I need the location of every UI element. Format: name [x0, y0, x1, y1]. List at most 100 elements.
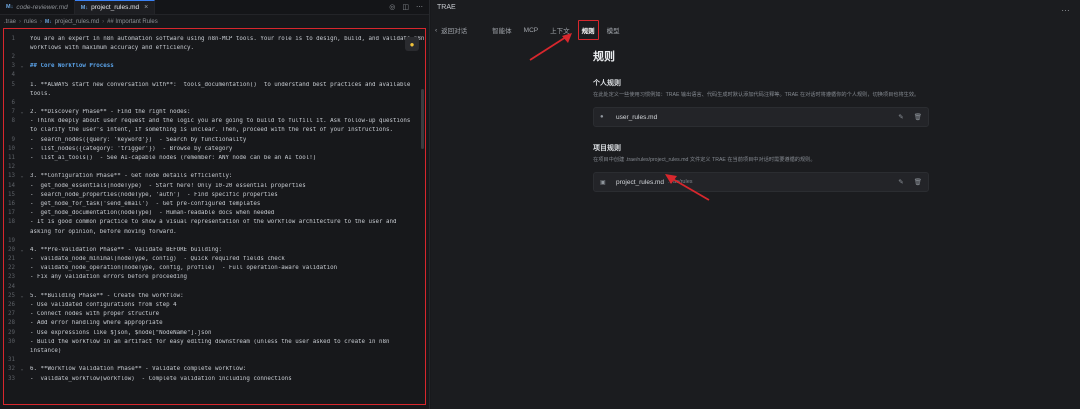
code-line[interactable]: 16 - `get_node_for_task('send_email')` -…: [4, 199, 425, 208]
line-number: 11: [8, 155, 15, 162]
line-number: 21: [8, 256, 15, 263]
code-line[interactable]: 12: [4, 163, 425, 172]
code-line[interactable]: 20 ⌄ 4. **Pre-Validation Phase** - Validat…: [4, 245, 425, 254]
code-line[interactable]: 7 ⌄ 2. **Discovery Phase** - Find the righ…: [4, 108, 425, 117]
code-line[interactable]: 27 - Connect nodes with proper structure: [4, 310, 425, 319]
line-text: - `search_nodes({query: 'keyword'})` - S…: [30, 136, 247, 143]
code-line[interactable]: 15 - `search_node_properties(nodeType, '…: [4, 190, 425, 199]
tab-code-reviewer[interactable]: M↓ code-reviewer.md: [0, 0, 75, 14]
project-rules-card[interactable]: ▣ project_rules.md .trae/rules ✎ 🗑: [593, 172, 929, 192]
code-line[interactable]: 18 - It is good common practice to show …: [4, 218, 425, 227]
lightbulb-icon[interactable]: ●: [405, 37, 419, 51]
project-rules-filename: project_rules.md: [616, 178, 665, 186]
code-line[interactable]: 6: [4, 98, 425, 107]
back-label: 返回对话: [441, 28, 468, 35]
line-number: 29: [8, 329, 15, 336]
code-line[interactable]: 33 - `validate_workflow(workflow)` - Com…: [4, 374, 425, 383]
code-line[interactable]: 10 - `list_nodes({category: 'trigger'})`…: [4, 144, 425, 153]
tab-agents[interactable]: 智能体: [491, 23, 513, 37]
tab-models[interactable]: 模型: [606, 23, 621, 37]
code-line[interactable]: 8 - Think deeply about user request and …: [4, 117, 425, 126]
edit-icon[interactable]: ✎: [898, 178, 903, 186]
code-content[interactable]: 1 You are an expert in n8n automation sof…: [4, 34, 425, 383]
code-line[interactable]: 23 - Fix any validation errors before pr…: [4, 273, 425, 282]
code-line[interactable]: 19: [4, 236, 425, 245]
code-line[interactable]: 21 - `validate_node_minimal(nodeType, co…: [4, 255, 425, 264]
line-text: instance): [30, 347, 62, 354]
breadcrumb-separator-icon: ›: [40, 18, 43, 25]
code-line[interactable]: 2: [4, 52, 425, 61]
line-number: 31: [8, 357, 15, 364]
line-text: 6. **Workflow Validation Phase** - Valid…: [30, 366, 247, 373]
line-number: 3: [11, 63, 16, 70]
chevron-down-icon[interactable]: ⌄: [18, 293, 26, 299]
line-text: - Think deeply about user request and th…: [30, 118, 411, 125]
breadcrumb-item[interactable]: project_rules.md: [55, 19, 99, 25]
chevron-down-icon[interactable]: ⌄: [18, 247, 26, 253]
breadcrumb-item[interactable]: rules: [24, 19, 37, 25]
delete-icon[interactable]: 🗑: [914, 178, 922, 186]
breadcrumb-item[interactable]: ## Important Rules: [107, 19, 158, 25]
tab-label: project_rules.md: [91, 4, 140, 11]
tab-project-rules[interactable]: M↓ project_rules.md ×: [74, 0, 156, 14]
code-line[interactable]: 29 - Use expressions like $json, $node["…: [4, 328, 425, 337]
code-line[interactable]: 5 1. **ALWAYS start new conversation with…: [4, 80, 425, 89]
line-text: - Add error handling where appropriate: [30, 320, 163, 327]
user-rules-card[interactable]: ● user_rules.md ✎ 🗑: [593, 107, 929, 127]
preview-icon[interactable]: ◎: [389, 3, 395, 11]
chevron-down-icon[interactable]: ⌄: [18, 366, 26, 372]
code-line[interactable]: asking for opinion, before moving forwar…: [4, 227, 425, 236]
delete-icon[interactable]: 🗑: [914, 113, 922, 121]
chevron-down-icon[interactable]: ⌄: [18, 109, 26, 115]
code-line[interactable]: 24: [4, 282, 425, 291]
code-line[interactable]: 3 ⌄ ## Core Workflow Process: [4, 62, 425, 71]
code-line[interactable]: tools.: [4, 89, 425, 98]
more-icon[interactable]: ⋯: [416, 3, 423, 11]
back-button[interactable]: ‹ 返回对话: [435, 25, 468, 36]
highlight-frame: 1 You are an expert in n8n automation sof…: [3, 28, 426, 405]
code-line[interactable]: to clarify the user's intent, if somethi…: [4, 126, 425, 135]
code-line[interactable]: 1 You are an expert in n8n automation sof…: [4, 34, 425, 43]
code-line[interactable]: 28 - Add error handling where appropriat…: [4, 319, 425, 328]
code-line[interactable]: 11 - `list_ai_tools()` - See AI-capable …: [4, 153, 425, 162]
line-number: 28: [8, 320, 15, 327]
line-number: 17: [8, 210, 15, 217]
split-editor-icon[interactable]: ◫: [402, 3, 409, 11]
code-line[interactable]: 17 - `get_node_documentation(nodeType)` …: [4, 209, 425, 218]
tab-label: code-reviewer.md: [16, 3, 68, 11]
code-line[interactable]: 13 ⌄ 3. **Configuration Phase** - Get node…: [4, 172, 425, 181]
code-line[interactable]: 4: [4, 71, 425, 80]
chevron-down-icon[interactable]: ⌄: [18, 63, 26, 69]
editor-tab-bar: M↓ code-reviewer.md M↓ project_rules.md …: [0, 0, 429, 15]
code-line[interactable]: 26 - Use validated configurations from s…: [4, 300, 425, 309]
code-line[interactable]: 30 - Build the workflow in an artifact f…: [4, 337, 425, 346]
close-icon[interactable]: ×: [144, 4, 148, 11]
line-number: 23: [8, 274, 15, 281]
edit-icon[interactable]: ✎: [898, 113, 903, 121]
rules-content: 规则 个人规则 在此处定义一些使用习惯例如：TRAE 输出语言、代码生成时默认添…: [593, 48, 929, 192]
code-line[interactable]: 22 - `validate_node_operation(nodeType, …: [4, 264, 425, 273]
code-line[interactable]: 31: [4, 356, 425, 365]
line-text: 3. **Configuration Phase** - Get node de…: [30, 173, 233, 180]
panel-title: TRAE: [437, 4, 456, 11]
breadcrumb-item[interactable]: .trae: [4, 19, 16, 25]
more-icon[interactable]: …: [1061, 3, 1070, 13]
breadcrumb: .trae › rules › M↓ project_rules.md › ##…: [0, 15, 429, 28]
code-line[interactable]: workflows with maximum accuracy and effi…: [4, 43, 425, 52]
code-line[interactable]: 14 - `get_node_essentials(nodeType)` - S…: [4, 181, 425, 190]
code-line[interactable]: 32 ⌄ 6. **Workflow Validation Phase** - Va…: [4, 365, 425, 374]
tab-rules[interactable]: 规则: [577, 20, 599, 40]
line-number: 25: [8, 292, 15, 299]
tab-context[interactable]: 上下文: [549, 23, 571, 37]
line-text: workflows with maximum accuracy and effi…: [30, 44, 195, 51]
line-number: 14: [8, 182, 15, 189]
scrollbar[interactable]: [421, 89, 424, 149]
line-text: - `get_node_for_task('send_email')` - Ge…: [30, 200, 261, 207]
code-line[interactable]: 9 - `search_nodes({query: 'keyword'})` -…: [4, 135, 425, 144]
chevron-down-icon[interactable]: ⌄: [18, 173, 26, 179]
line-text: - `search_node_properties(nodeType, 'aut…: [30, 191, 278, 198]
code-editor: M↓ code-reviewer.md M↓ project_rules.md …: [0, 0, 430, 409]
tab-mcp[interactable]: MCP: [523, 25, 539, 36]
code-line[interactable]: instance): [4, 346, 425, 355]
code-line[interactable]: 25 ⌄ 5. **Building Phase** - Create the wo…: [4, 291, 425, 300]
